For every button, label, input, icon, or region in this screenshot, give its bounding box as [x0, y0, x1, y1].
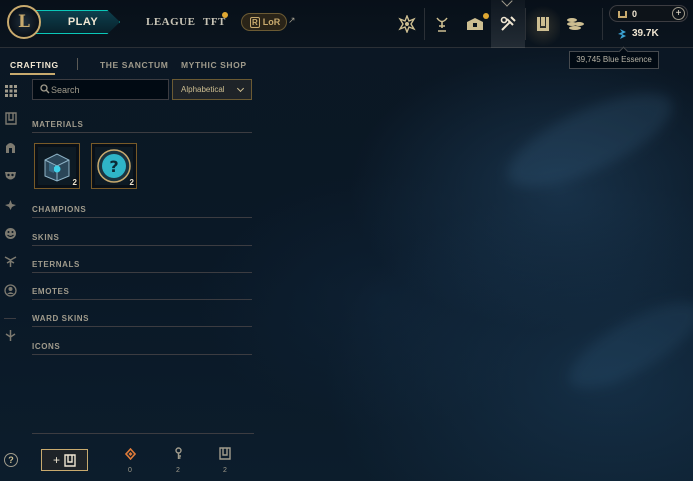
material-hextech-chest[interactable]: 2: [34, 143, 80, 189]
challenges-icon[interactable]: [425, 0, 459, 48]
collection-icon[interactable]: [526, 0, 560, 48]
lor-label: LoR: [262, 17, 281, 27]
footer-divider: [32, 433, 254, 434]
hextech-chest-icon: [38, 147, 76, 185]
orange-essence-count: 0: [128, 467, 132, 474]
buy-rp-button[interactable]: +: [672, 7, 685, 20]
tab-crafting[interactable]: CRAFTING: [10, 60, 59, 70]
chest-icon[interactable]: [3, 111, 18, 126]
chest-stat: 2: [215, 447, 235, 474]
section-ward-skins-title[interactable]: WARD SKINS: [32, 314, 89, 323]
league-logo-icon[interactable]: L: [7, 5, 41, 39]
add-key-fragment-button[interactable]: +: [41, 449, 88, 471]
blue-essence-icon: [618, 29, 626, 39]
sword-icon[interactable]: [3, 328, 18, 343]
clash-icon[interactable]: [390, 0, 424, 48]
rp-icon: [618, 11, 627, 18]
material-count: 2: [72, 178, 77, 187]
loot-icon[interactable]: [491, 0, 525, 48]
subnav-divider: [77, 58, 78, 70]
orange-essence-icon: [124, 447, 136, 461]
rail-divider: [4, 318, 16, 319]
section-materials-title[interactable]: MATERIALS: [32, 120, 83, 129]
play-button[interactable]: PLAY: [30, 10, 120, 34]
store-chest-icon[interactable]: [458, 0, 492, 48]
section-divider: [32, 299, 252, 300]
store-icon[interactable]: [559, 0, 593, 48]
section-divider: [32, 354, 252, 355]
sort-dropdown[interactable]: Alphabetical: [172, 79, 252, 100]
section-divider: [32, 132, 252, 133]
material-count: 2: [129, 178, 134, 187]
ward-icon[interactable]: [3, 254, 18, 269]
chevron-down-icon: [236, 84, 245, 93]
key-icon: [174, 447, 182, 459]
nav-tft[interactable]: TFT: [203, 16, 226, 28]
profile-icon[interactable]: [3, 283, 18, 298]
help-button[interactable]: ?: [4, 453, 18, 467]
blue-essence-tooltip: 39,745 Blue Essence: [569, 51, 659, 69]
tft-notification-dot: [222, 12, 228, 18]
eternals-icon[interactable]: [3, 197, 18, 212]
section-eternals-title[interactable]: ETERNALS: [32, 260, 80, 269]
nav-league[interactable]: LEAGUE: [146, 16, 195, 28]
search-field[interactable]: [32, 79, 169, 100]
lor-logo-icon: R: [250, 16, 260, 28]
top-navigation-bar: PLAY L LEAGUE TFT R LoR ↗ 0 + 39.7K: [0, 0, 693, 48]
chest-count: 2: [223, 467, 227, 474]
riot-points-display[interactable]: 0 +: [609, 5, 688, 22]
chest-icon: [219, 447, 231, 460]
orange-essence-stat: 0: [120, 447, 140, 474]
section-divider: [32, 326, 252, 327]
section-icons-title[interactable]: ICONS: [32, 342, 60, 351]
search-input[interactable]: [51, 81, 167, 98]
section-skins-title[interactable]: SKINS: [32, 233, 59, 242]
background: [0, 0, 693, 481]
sort-selected-value: Alphabetical: [181, 85, 225, 94]
search-icon: [40, 84, 50, 94]
mystery-orb-icon: ?: [95, 147, 133, 185]
material-mystery-orb[interactable]: ? 2: [91, 143, 137, 189]
grid-icon[interactable]: [3, 83, 18, 98]
key-stat: 2: [168, 447, 188, 474]
tab-the-sanctum[interactable]: THE SANCTUM: [100, 60, 168, 70]
skin-mask-icon[interactable]: [3, 168, 18, 183]
champion-helmet-icon[interactable]: [3, 140, 18, 155]
active-tab-underline: [10, 73, 55, 75]
blue-essence-value[interactable]: 39.7K: [632, 28, 659, 39]
emote-face-icon[interactable]: [3, 226, 18, 241]
play-label: PLAY: [67, 16, 99, 28]
section-divider: [32, 217, 252, 218]
nav-lor[interactable]: R LoR: [241, 13, 287, 31]
tab-mythic-shop[interactable]: MYTHIC SHOP: [181, 60, 247, 70]
section-divider: [32, 245, 252, 246]
section-emotes-title[interactable]: EMOTES: [32, 287, 69, 296]
rp-value: 0: [632, 9, 638, 19]
svg-text:?: ?: [109, 157, 118, 176]
add-label: +: [52, 453, 60, 467]
store-notification-dot: [483, 13, 489, 19]
key-count: 2: [176, 467, 180, 474]
external-link-icon: ↗: [288, 15, 296, 25]
chest-icon: [64, 453, 76, 467]
top-divider: [602, 8, 603, 40]
section-divider: [32, 272, 252, 273]
section-champions-title[interactable]: CHAMPIONS: [32, 205, 86, 214]
